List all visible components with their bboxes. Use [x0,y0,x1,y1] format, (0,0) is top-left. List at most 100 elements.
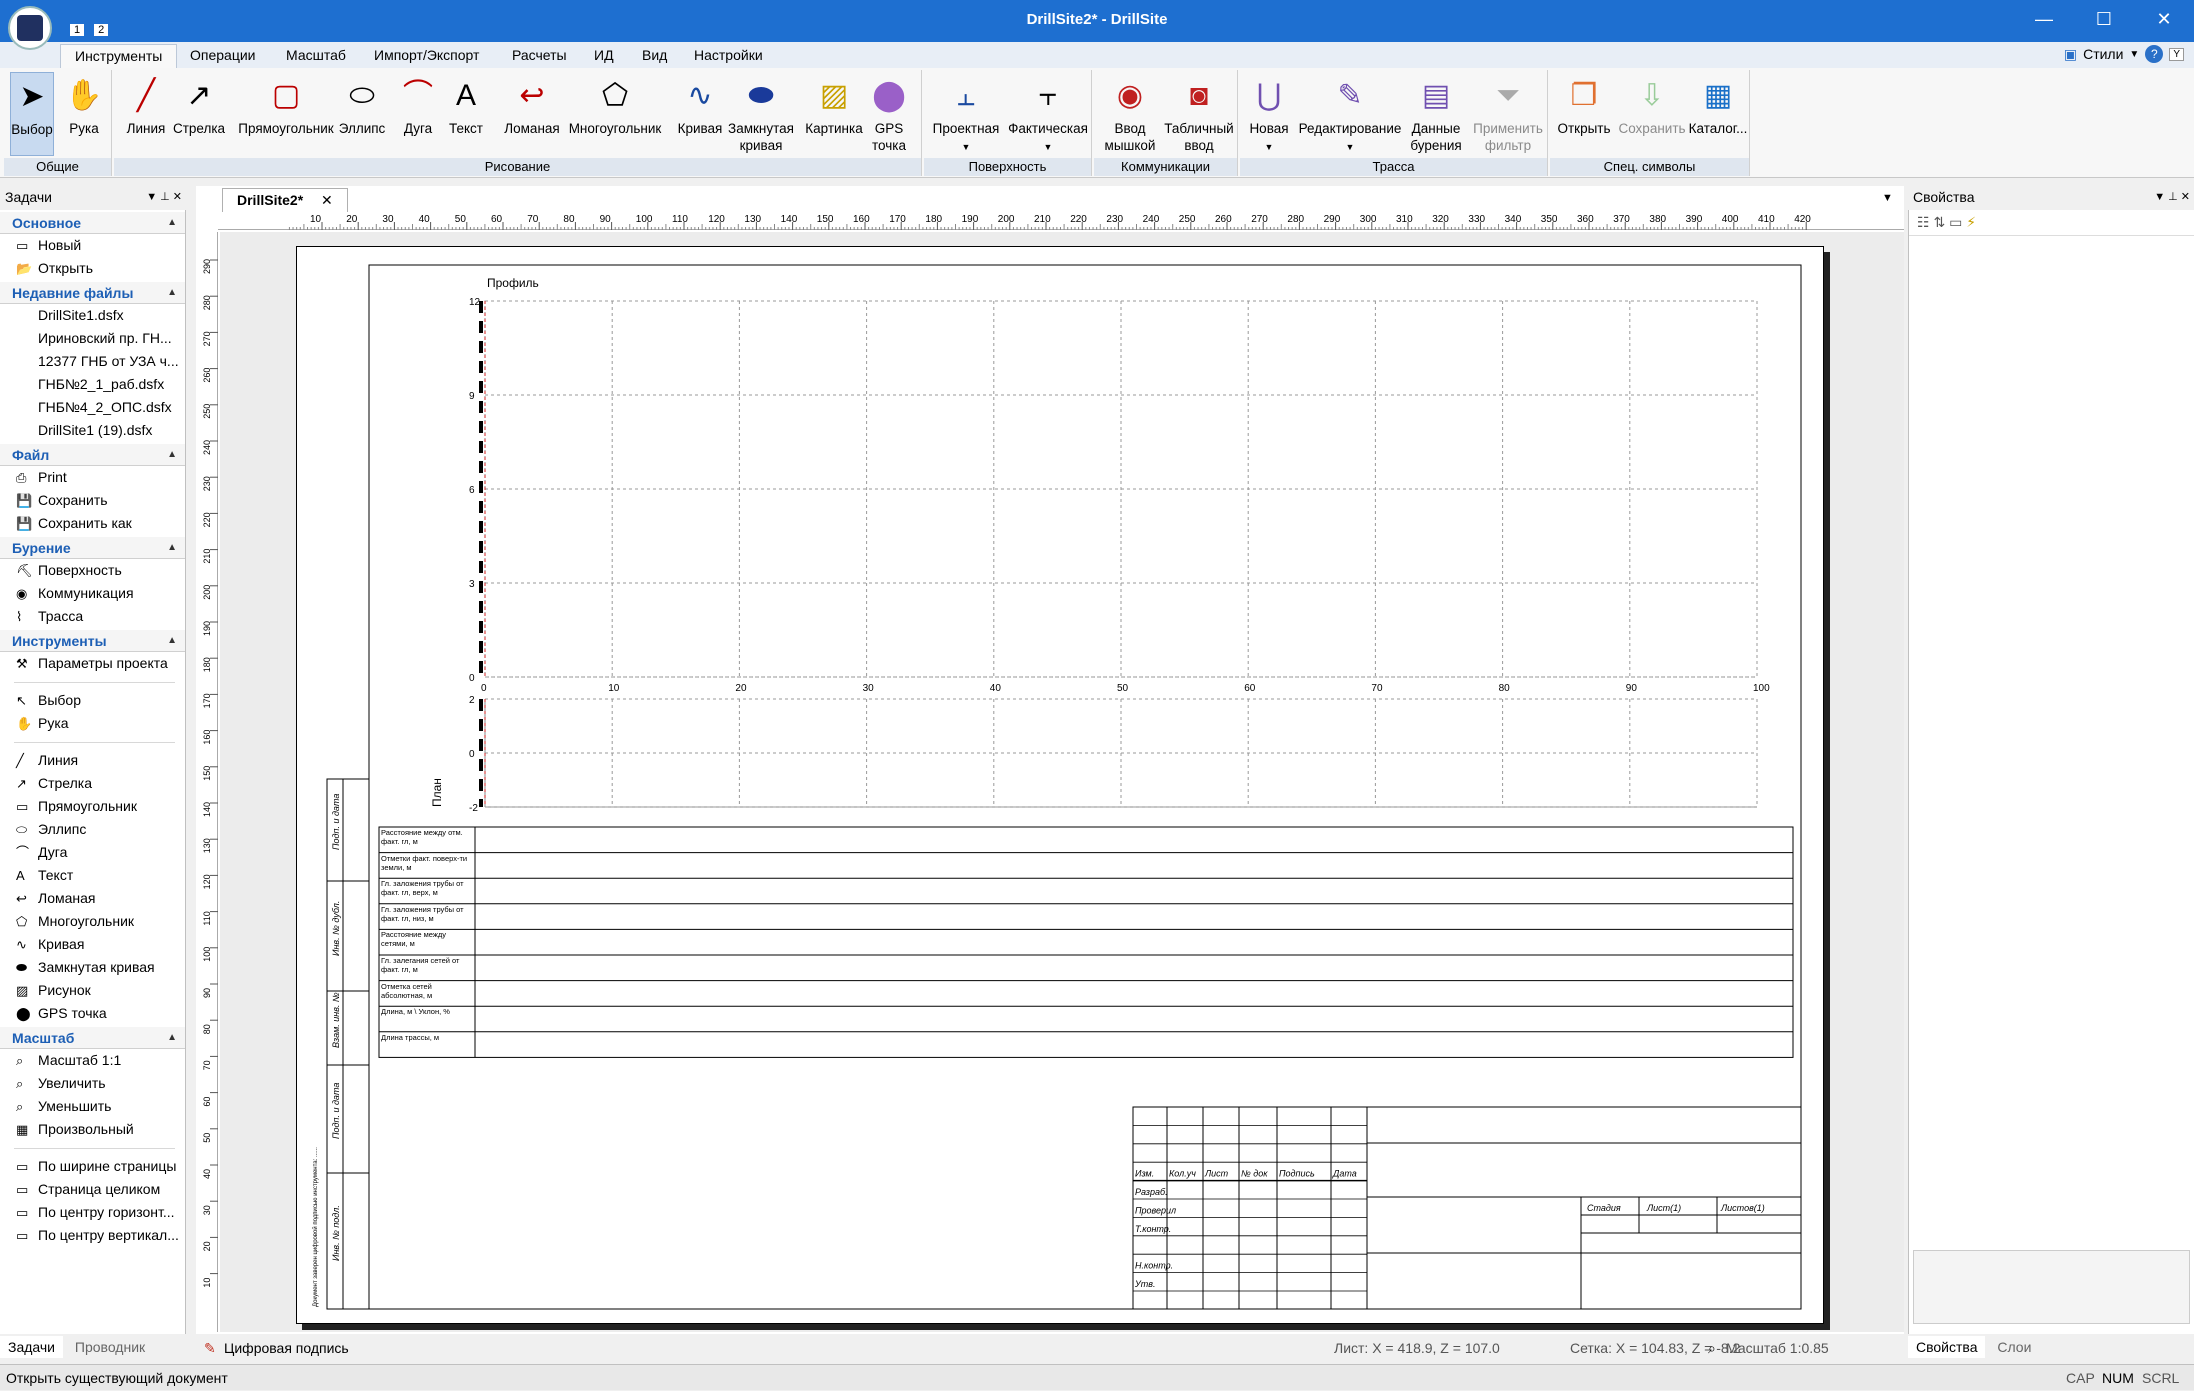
task-item-scale[interactable]: ▭ Страница целиком [0,1178,185,1201]
task-item-recent[interactable]: DrillSite1 (19).dsfx [0,419,185,442]
task-item-scale[interactable]: ⌕ Масштаб 1:1 [0,1049,185,1072]
close-icon[interactable]: ✕ [2134,0,2194,38]
tab-tasks[interactable]: Задачи [0,1336,64,1358]
digital-signature-label[interactable]: Цифровая подпись [224,1336,349,1360]
minimize-icon[interactable]: — [2014,0,2074,38]
task-section-tools[interactable]: Инструменты ▲ [0,630,185,652]
close-icon[interactable]: ✕ [321,192,333,208]
line-button[interactable]: ╱ Линия [122,72,170,156]
task-section-file[interactable]: Файл ▲ [0,444,185,466]
task-item-tools[interactable]: ↖ Выбор [0,689,185,712]
task-item-tools[interactable]: ⬤ GPS точка [0,1002,185,1025]
task-item-tools[interactable]: ╱ Линия [0,749,185,772]
task-item-tools[interactable]: ▨ Рисунок [0,979,185,1002]
collapse-icon[interactable]: ▲ [167,282,177,304]
table-input-button[interactable]: ◙ Табличный ввод [1162,72,1236,156]
task-item-drilling[interactable]: ◉ Коммуникация [0,582,185,605]
tab-calculations[interactable]: Расчеты [498,44,581,68]
tab-layers[interactable]: Слои [1989,1336,2039,1358]
task-item-tools[interactable]: ✋ Рука [0,712,185,735]
events-icon[interactable]: ⚡ [1966,214,1976,230]
sort-alpha-icon[interactable]: ⇅ [1933,214,1945,230]
tab-explorer[interactable]: Проводник [67,1336,153,1358]
task-item-drilling[interactable]: ⛏ Поверхность [0,559,185,582]
task-item-file[interactable]: ⎙ Print [0,466,185,489]
collapse-icon[interactable]: ▲ [167,444,177,466]
task-item-drilling[interactable]: ⌇ Трасса [0,605,185,628]
task-item-scale[interactable]: ▭ По центру горизонт... [0,1201,185,1224]
document-tab[interactable]: DrillSite2* ✕ [222,188,348,212]
task-section-recent[interactable]: Недавние файлы ▲ [0,282,185,304]
actual-surface-button[interactable]: ⫟ Фактическая ▼ [1008,72,1088,156]
ellipse-button[interactable]: ⬭ Эллипс [336,72,388,156]
task-section-drilling[interactable]: Бурение ▲ [0,537,185,559]
new-route-button[interactable]: ⋃ Новая ▼ [1244,72,1294,156]
select-button[interactable]: ➤ Выбор [10,72,54,156]
help-icon[interactable]: ? [2145,45,2164,63]
task-item-file[interactable]: 💾 Сохранить [0,489,185,512]
arc-button[interactable]: ⌒ Дуга [396,72,440,156]
collapse-icon[interactable]: ▲ [167,630,177,652]
task-item-tools[interactable]: A Текст [0,864,185,887]
task-item-recent[interactable]: Ириновский пр. ГН... [0,327,185,350]
task-item-recent[interactable]: DrillSite1.dsfx [0,304,185,327]
task-item-tools[interactable]: ⌒ Дуга [0,841,185,864]
edit-route-button[interactable]: ✎ Редактирование ▼ [1296,72,1404,156]
closed-curve-button[interactable]: ⬬ Замкнутая кривая [726,72,796,156]
tab-settings[interactable]: Настройки [680,44,777,68]
task-item-scale[interactable]: ▭ По ширине страницы [0,1155,185,1178]
task-section-scale[interactable]: Масштаб ▲ [0,1027,185,1049]
task-item-basic[interactable]: ▭ Новый [0,234,185,257]
tab-tools[interactable]: Инструменты [60,44,178,68]
task-item-recent[interactable]: ГНБ№4_2_ОПС.dsfx [0,396,185,419]
categorized-icon[interactable]: ☷ [1917,214,1930,230]
collapse-icon[interactable]: ▲ [167,212,177,234]
property-pages-icon[interactable]: ▭ [1949,214,1962,230]
task-item-tools[interactable]: ⬬ Замкнутая кривая [0,956,185,979]
task-item-tools[interactable]: ↩ Ломаная [0,887,185,910]
polygon-button[interactable]: ⬠ Многоугольник [564,72,666,156]
task-item-tools[interactable]: ↗ Стрелка [0,772,185,795]
maximize-icon[interactable]: ☐ [2074,0,2134,38]
styles-button[interactable]: Стили [2083,46,2123,62]
task-section-basic[interactable]: Основное ▲ [0,212,185,234]
task-item-file[interactable]: 💾 Сохранить как [0,512,185,535]
gps-point-button[interactable]: ⬤ GPS точка [866,72,912,156]
catalog-button[interactable]: ▦ Каталог... [1688,72,1748,156]
task-item-scale[interactable]: ⌕ Уменьшить [0,1095,185,1118]
apply-filter-button[interactable]: ⏷ Применить фильтр [1470,72,1546,156]
task-item-tools[interactable]: ∿ Кривая [0,933,185,956]
drawing-sheet[interactable]: Профиль 0 10 20 30 40 50 60 70 80 90 100 0 3 6 9 12 -2 0 2 П… [296,246,1824,1324]
tab-properties[interactable]: Свойства [1908,1336,1986,1358]
task-item-basic[interactable]: 📂 Открыть [0,257,185,280]
task-item-tools[interactable]: ⚒ Параметры проекта [0,652,185,675]
polyline-button[interactable]: ↩ Ломаная [502,72,562,156]
task-item-scale[interactable]: ⌕ Увеличить [0,1072,185,1095]
tab-id[interactable]: ИД [580,44,628,68]
task-item-tools[interactable]: ▭ Прямоугольник [0,795,185,818]
design-surface-button[interactable]: ⫠ Проектная ▼ [928,72,1004,156]
collapse-icon[interactable]: ▲ [167,537,177,559]
symbols-save-button[interactable]: ⇩ Сохранить [1616,72,1688,156]
tab-view[interactable]: Вид [628,44,681,68]
hand-button[interactable]: ✋ Рука [62,72,106,156]
symbols-open-button[interactable]: ❐ Открыть [1554,72,1614,156]
arrow-button[interactable]: ↗ Стрелка [170,72,228,156]
app-logo[interactable] [8,6,52,50]
mouse-input-button[interactable]: ◉ Ввод мышкой [1098,72,1162,156]
tab-scale[interactable]: Масштаб [272,44,360,68]
drilling-data-button[interactable]: ▤ Данные бурения [1404,72,1468,156]
task-item-recent[interactable]: 12377 ГНБ от УЗА ч... [0,350,185,373]
task-item-scale[interactable]: ▦ Произвольный [0,1118,185,1141]
tab-list-chevron-icon[interactable]: ▼ [1882,192,1893,204]
text-button[interactable]: A Текст [444,72,488,156]
task-item-tools[interactable]: ⬭ Эллипс [0,818,185,841]
chevron-down-icon[interactable]: ▼ [2129,49,2139,60]
task-item-recent[interactable]: ГНБ№2_1_раб.dsfx [0,373,185,396]
scale-readout[interactable]: Масштаб 1:0.85 [1726,1336,1829,1360]
panel-controls-icon[interactable]: ▼ ⊥ ✕ [146,186,182,208]
rectangle-button[interactable]: ▢ Прямоугольник [234,72,338,156]
task-item-scale[interactable]: ▭ По центру вертикал... [0,1224,185,1247]
collapse-icon[interactable]: ▲ [167,1027,177,1049]
task-item-tools[interactable]: ⬠ Многоугольник [0,910,185,933]
